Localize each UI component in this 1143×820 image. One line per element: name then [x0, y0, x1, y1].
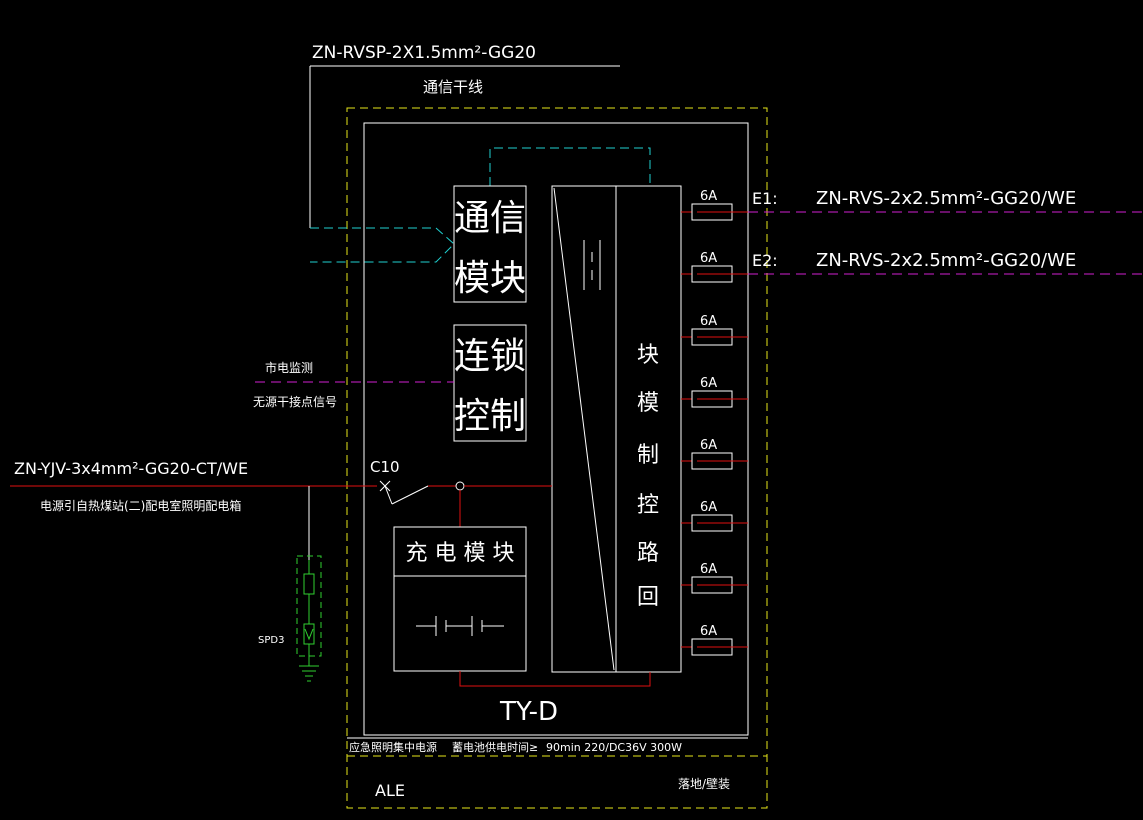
charger-module: 充 电 模 块 [393, 526, 527, 672]
panel-frame [363, 122, 749, 736]
output-fuse: 6A [681, 438, 748, 470]
fuse-rating: 6A [700, 189, 717, 204]
footer-box-id: ALE [375, 781, 405, 800]
spd-label: SPD3 [258, 635, 284, 646]
loop-char-3: 制 [637, 443, 659, 468]
battery-icon [416, 616, 504, 636]
interlock-line2: 控制 [454, 396, 526, 437]
comm-trunk-spec: ZN-RVSP-2X1.5mm²-GG20 [312, 43, 536, 63]
fuse-rating: 6A [700, 251, 717, 266]
output-fuse: 6A [681, 251, 748, 283]
loop-char-6: 回 [637, 585, 659, 610]
fuse-rating: 6A [700, 500, 717, 515]
footer-mount: 落地/壁装 [678, 776, 730, 791]
breaker-label: C10 [370, 458, 400, 476]
interlock-line1: 连锁 [454, 336, 526, 377]
breaker-c10: C10 [370, 458, 552, 527]
loop-char-1: 块 [637, 343, 659, 368]
output-fuse: 6A [681, 500, 748, 532]
spd-branch: SPD3 [258, 486, 322, 682]
fuse-rating: 6A [700, 624, 717, 639]
power-input-desc: 电源引自热煤站(二)配电室照明配电箱 [40, 498, 241, 513]
output-fuse: 6A [681, 376, 748, 408]
output-fuse: 6A [681, 624, 748, 656]
output-e1: E1: ZN-RVS-2x2.5mm²-GG20/WE [748, 188, 1143, 213]
charger-title: 充 电 模 块 [406, 541, 515, 566]
mains-monitor-signal: 市电监测 无源干接点信号 [253, 360, 454, 409]
comm-trunk-label: 通信干线 [423, 78, 483, 96]
loop-char-4: 控 [637, 493, 659, 518]
output-fuse: 6A [681, 189, 748, 221]
output-e1-id: E1: [752, 189, 778, 208]
footer: 应急照明集中电源 蓄电池供电时间≥ 90min 220/DC36V 300W A… [349, 740, 730, 800]
comm-module-line2: 模块 [454, 258, 526, 299]
interlock-module: 连锁 控制 [453, 324, 527, 442]
loop-control-module: 块 模 制 控 路 回 [551, 185, 682, 673]
mains-monitor-line1: 市电监测 [265, 360, 313, 375]
fuse-rating: 6A [700, 562, 717, 577]
fuse-rating: 6A [700, 314, 717, 329]
power-input-spec: ZN-YJV-3x4mm²-GG20-CT/WE [14, 459, 248, 478]
footer-text2: 蓄电池供电时间≥ [452, 740, 538, 754]
output-e2-id: E2: [752, 251, 778, 270]
output-e2-spec: ZN-RVS-2x2.5mm²-GG20/WE [816, 250, 1076, 271]
loop-char-5: 路 [637, 541, 659, 566]
output-fuses: 6A 6A 6A 6A 6A 6A 6A 6A [681, 189, 748, 656]
output-fuse: 6A [681, 562, 748, 594]
output-e1-spec: ZN-RVS-2x2.5mm²-GG20/WE [816, 188, 1076, 209]
fuse-rating: 6A [700, 376, 717, 391]
footer-text1: 应急照明集中电源 [349, 740, 437, 754]
footer-text3: 90min 220/DC36V 300W [546, 741, 682, 754]
output-fuse: 6A [681, 314, 748, 346]
panel-model: TY-D [499, 697, 558, 727]
mains-monitor-line2: 无源干接点信号 [253, 394, 337, 409]
comm-module: 通信 模块 [453, 185, 527, 303]
loop-control-chars: 块 模 制 控 路 回 [637, 343, 659, 610]
output-e2: E2: ZN-RVS-2x2.5mm²-GG20/WE [748, 250, 1143, 275]
loop-char-2: 模 [637, 391, 659, 416]
system-diagram: ZN-RVSP-2X1.5mm²-GG20 通信干线 通信 模块 连锁 控制 市… [10, 43, 1143, 809]
fuse-rating: 6A [700, 438, 717, 453]
charger-to-loop-bus [459, 671, 651, 687]
comm-module-line1: 通信 [454, 198, 526, 239]
power-input: ZN-YJV-3x4mm²-GG20-CT/WE 电源引自热煤站(二)配电室照明… [10, 459, 377, 513]
